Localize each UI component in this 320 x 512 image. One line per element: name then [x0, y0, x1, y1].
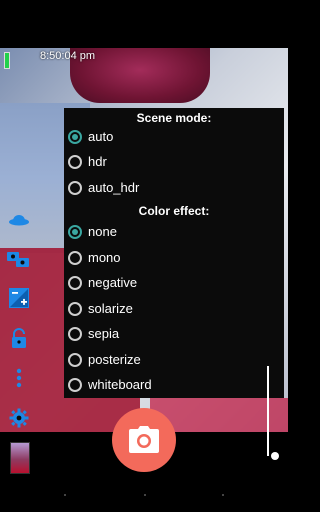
scene-option-auto-hdr[interactable]: auto_hdr	[68, 175, 278, 200]
option-label: none	[88, 224, 117, 239]
radio-unchecked-icon	[68, 377, 82, 392]
radio-unchecked-icon	[68, 250, 82, 265]
settings-icon	[9, 408, 29, 428]
more-icon	[16, 368, 22, 388]
effect-option-whiteboard[interactable]: whiteboard	[68, 372, 278, 397]
nav-dot	[222, 494, 224, 496]
zoom-slider-handle[interactable]	[271, 452, 279, 460]
camera-screen: 8:50:04 pm Scene mode: auto hdr auto_hdr…	[0, 0, 288, 512]
radio-checked-icon	[68, 129, 82, 144]
option-label: solarize	[88, 301, 133, 316]
take-photo-button[interactable]	[112, 408, 176, 472]
scene-option-hdr[interactable]: hdr	[68, 149, 278, 174]
effect-option-negative[interactable]: negative	[68, 270, 278, 295]
option-label: negative	[88, 275, 138, 290]
option-label: auto	[88, 129, 114, 144]
effect-option-sepia[interactable]: sepia	[68, 321, 278, 346]
popup-button[interactable]	[0, 203, 38, 231]
radio-checked-icon	[68, 224, 82, 239]
effect-option-none[interactable]: none	[68, 219, 278, 244]
option-label: hdr	[88, 154, 107, 169]
lock-icon	[12, 328, 26, 348]
scene-option-auto[interactable]: auto	[68, 124, 278, 149]
radio-unchecked-icon	[68, 275, 82, 290]
option-label: auto_hdr	[88, 180, 140, 195]
nav-dot	[144, 494, 146, 496]
settings-button[interactable]	[0, 404, 38, 432]
more-options-button[interactable]	[0, 364, 38, 392]
exposure-lock-button[interactable]	[0, 325, 38, 353]
effect-option-posterize[interactable]: posterize	[68, 347, 278, 372]
radio-unchecked-icon	[68, 180, 82, 195]
radio-unchecked-icon	[68, 326, 82, 341]
popup-icon	[9, 215, 29, 226]
zoom-track[interactable]	[267, 366, 269, 456]
nav-dot	[64, 494, 66, 496]
exposure-button[interactable]	[0, 284, 38, 312]
scene-mode-header: Scene mode:	[136, 111, 212, 125]
radio-unchecked-icon	[68, 301, 82, 316]
gallery-thumbnail[interactable]	[10, 442, 30, 474]
camera-icon	[129, 426, 159, 453]
option-label: mono	[88, 250, 121, 265]
battery-indicator	[4, 52, 10, 69]
option-label: posterize	[88, 352, 141, 367]
option-label: sepia	[88, 326, 120, 341]
radio-unchecked-icon	[68, 352, 82, 367]
switch-camera-button[interactable]	[0, 244, 38, 272]
switch-camera-icon	[7, 252, 29, 267]
color-effect-header: Color effect:	[138, 204, 210, 218]
effect-option-mono[interactable]: mono	[68, 245, 278, 270]
clock-text: 8:50:04 pm	[40, 50, 96, 62]
exposure-icon	[9, 288, 29, 308]
radio-unchecked-icon	[68, 154, 82, 169]
option-label: whiteboard	[88, 377, 152, 392]
popup-menu: Scene mode: auto hdr auto_hdr Color effe…	[64, 108, 284, 398]
effect-option-solarize[interactable]: solarize	[68, 296, 278, 321]
